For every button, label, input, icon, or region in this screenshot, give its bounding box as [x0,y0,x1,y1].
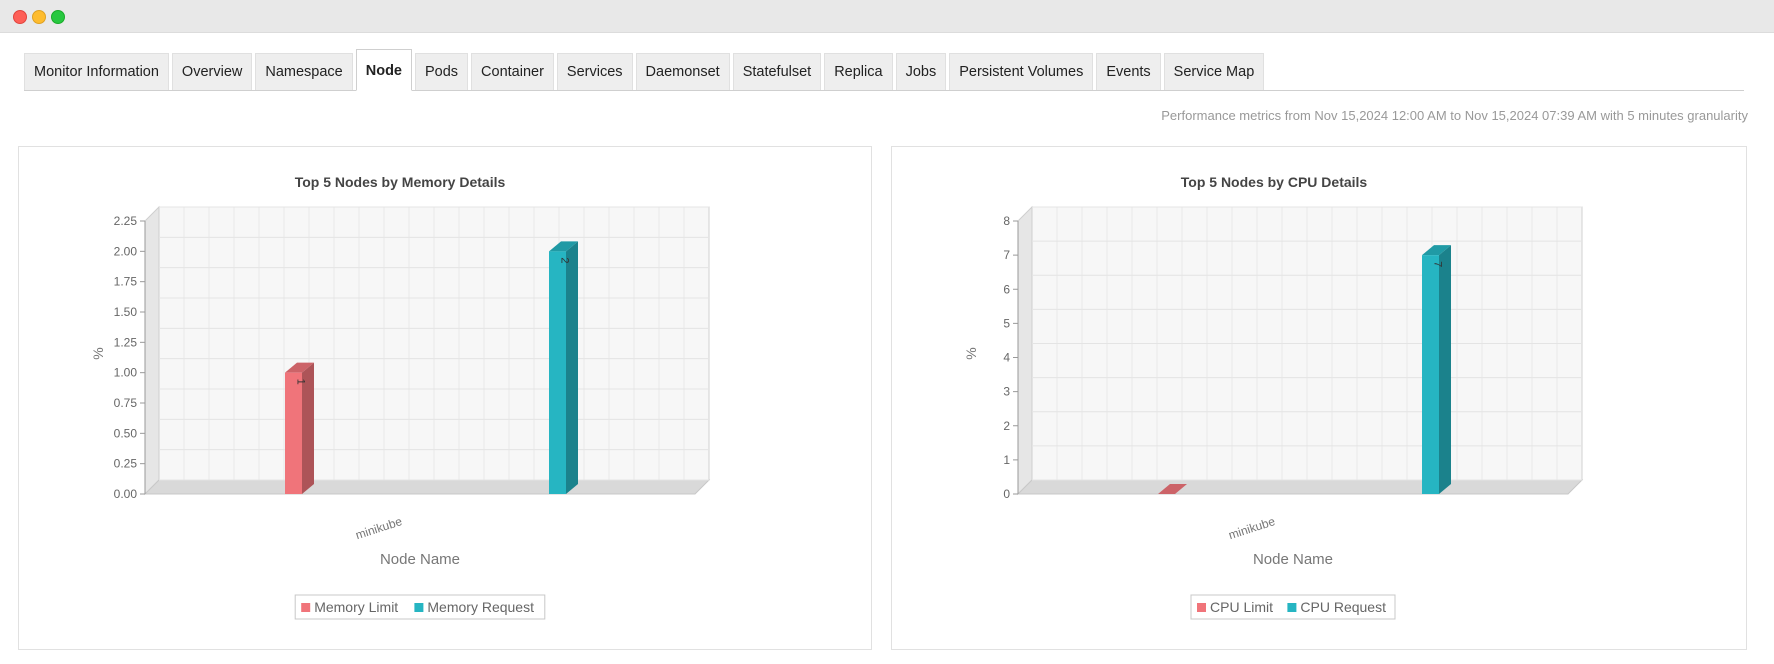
tab-services[interactable]: Services [556,53,633,90]
bar-data-label: 7 [1432,261,1444,267]
cpu-chart-panel: Top 5 Nodes by CPU Details 0 1 2 3 4 5 6 7 8% 7 min… [891,146,1747,650]
y-tick-label: 0.75 [114,396,138,410]
bar-memory-limit: 1 [285,362,314,494]
y-tick-label: 5 [1003,316,1010,330]
legend-swatch-limit [1197,603,1206,612]
plot-floor [143,479,711,495]
plot-side-wall [1017,205,1033,496]
bar-front-face [1422,255,1439,494]
tab-statefulset[interactable]: Statefulset [732,53,822,90]
legend-label-request: Memory Request [427,599,534,615]
bar-cpu-request: 7 [1422,245,1451,494]
tab-events[interactable]: Events [1096,53,1161,90]
y-tick-label: 4 [1003,351,1010,365]
y-tick-label: 6 [1003,282,1010,296]
tab-bar: Monitor Information Overview Namespace Node… [24,48,1744,91]
y-tick-label: 2 [1003,419,1010,433]
y-tick-label: 1 [1003,453,1010,467]
bar-front-face [285,372,302,494]
y-tick-label: 8 [1003,214,1010,228]
plot-side-wall [144,205,160,496]
bar-side-face [566,241,578,494]
y-tick-label: 1.75 [114,275,138,289]
tab-pods[interactable]: Pods [414,53,469,90]
plot-floor [1016,479,1584,495]
y-axis-label: % [90,347,106,359]
y-tick-label: 1.00 [114,366,138,380]
tab-daemonset[interactable]: Daemonset [635,53,730,90]
memory-chart-panel: Top 5 Nodes by Memory Details 0.00 0.25 0.5… [18,146,872,650]
y-tick-label: 7 [1003,248,1010,262]
legend-swatch-request [414,603,424,612]
y-tick-label: 3 [1003,385,1010,399]
bar-data-label: 1 [295,379,307,385]
x-tick-label: minikube [354,514,404,542]
performance-metrics-text: Performance metrics from Nov 15,2024 12:… [1161,108,1748,123]
bar-data-label: 2 [559,257,571,263]
close-window-button[interactable] [13,10,27,24]
tab-monitor-information[interactable]: Monitor Information [24,53,169,90]
tab-node[interactable]: Node [355,49,412,91]
tab-namespace[interactable]: Namespace [255,53,353,90]
legend-label-request: CPU Request [1300,599,1386,615]
y-axis-label: % [963,347,979,359]
tab-replica[interactable]: Replica [824,53,893,90]
minimize-window-button[interactable] [32,10,46,24]
y-tick-label: 0.25 [114,457,138,471]
bar-front-face [549,251,566,494]
cpu-chart: Top 5 Nodes by CPU Details 0 1 2 3 4 5 6 7 8% 7 min… [963,174,1584,620]
y-tick-label: 0.50 [114,426,138,440]
legend-label-limit: Memory Limit [314,599,398,615]
x-axis-label: Node Name [380,551,460,568]
chart-legend: Memory Limit Memory Request [294,594,546,620]
tab-container[interactable]: Container [471,53,554,90]
x-axis-label: Node Name [1253,551,1333,568]
bar-side-face [1439,245,1451,494]
y-tick-label: 1.50 [114,305,138,319]
x-tick-label: minikube [1227,514,1277,542]
legend-swatch-request [1287,603,1297,612]
y-tick-label: 1.25 [114,335,138,349]
chart-title: Top 5 Nodes by CPU Details [1181,174,1368,190]
tab-jobs[interactable]: Jobs [895,53,947,90]
chart-title: Top 5 Nodes by Memory Details [295,174,506,190]
tab-overview[interactable]: Overview [171,53,253,90]
legend-swatch-limit [301,603,311,612]
chart-legend: CPU Limit CPU Request [1190,594,1396,620]
legend-label-limit: CPU Limit [1210,599,1273,615]
y-tick-label: 2.25 [114,214,138,228]
bar-memory-request: 2 [549,241,578,494]
tab-persistent-volumes[interactable]: Persistent Volumes [949,53,1094,90]
y-tick-label: 0.00 [114,487,138,501]
memory-chart: Top 5 Nodes by Memory Details 0.00 0.25 0.5… [90,174,711,620]
y-tick-label: 2.00 [114,244,138,258]
y-tick-label: 0 [1003,487,1010,501]
window-titlebar [0,0,1774,33]
maximize-window-button[interactable] [51,10,65,24]
tab-service-map[interactable]: Service Map [1163,53,1265,90]
